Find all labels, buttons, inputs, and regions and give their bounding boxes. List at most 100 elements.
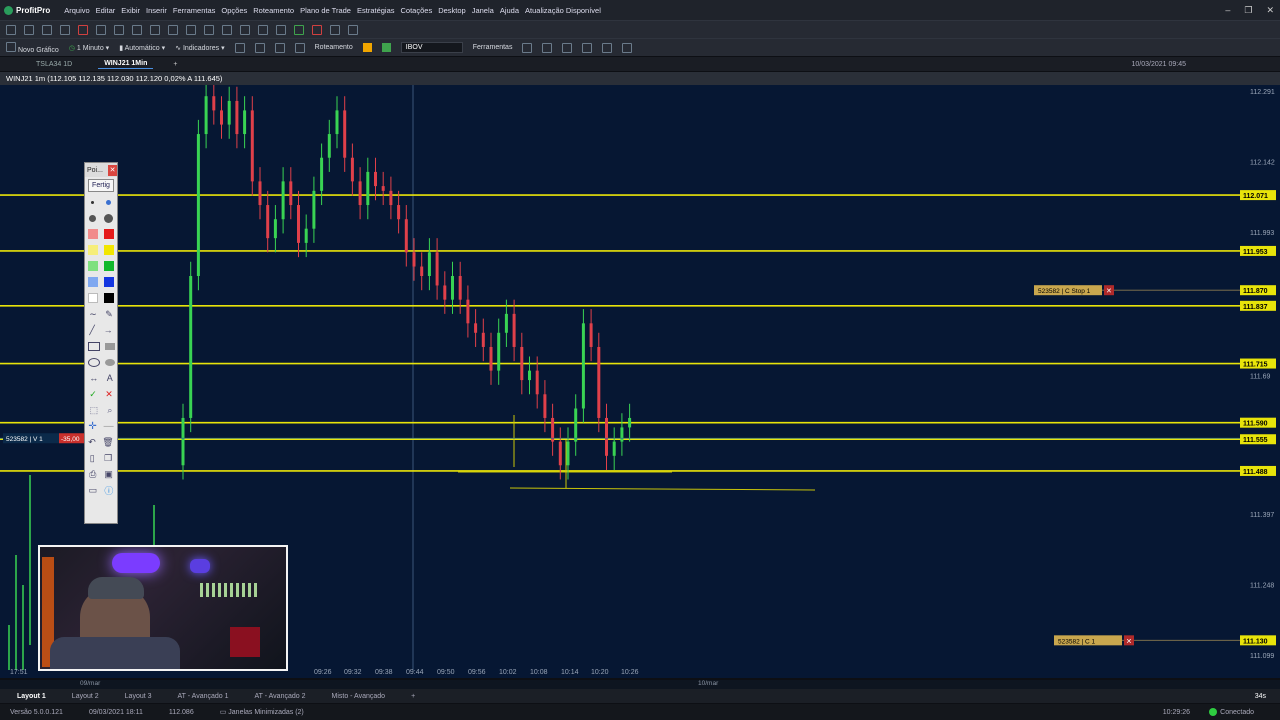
gear-icon[interactable] bbox=[622, 42, 633, 53]
menu-item-11[interactable]: Janela bbox=[472, 6, 494, 15]
yellow-swatch[interactable] bbox=[104, 245, 114, 255]
symbol-select[interactable]: IBOV bbox=[400, 42, 463, 53]
light-blue-swatch[interactable] bbox=[88, 277, 98, 287]
copy-icon[interactable]: ❐ bbox=[104, 453, 112, 464]
menu-item-2[interactable]: Exibir bbox=[121, 6, 140, 15]
layout-tab-2[interactable]: Layout 3 bbox=[112, 693, 165, 700]
menu-item-6[interactable]: Roteamento bbox=[253, 6, 294, 15]
screen-icon[interactable]: ▭ bbox=[89, 485, 98, 496]
pencil-icon[interactable] bbox=[42, 24, 52, 35]
indicators-button[interactable]: ∿ Indicadores ▾ bbox=[175, 44, 225, 52]
new-page-icon[interactable]: ▯ bbox=[90, 453, 95, 464]
zoom-in-icon[interactable] bbox=[234, 42, 245, 53]
ellipse-tool-icon[interactable] bbox=[87, 357, 100, 367]
menu-item-3[interactable]: Inserir bbox=[146, 6, 167, 15]
cursor-icon[interactable] bbox=[6, 24, 16, 35]
cart-icon[interactable] bbox=[602, 42, 613, 53]
watchlist-icon[interactable] bbox=[562, 42, 573, 53]
info-icon[interactable]: ⓘ bbox=[104, 484, 113, 497]
book-icon[interactable] bbox=[522, 42, 533, 53]
line-tool-icon[interactable]: ╱ bbox=[89, 325, 94, 336]
menu-item-13[interactable]: Atualização Disponível bbox=[525, 6, 601, 15]
medium-brush-icon[interactable] bbox=[89, 214, 96, 222]
pen-icon[interactable]: ✎ bbox=[105, 309, 113, 320]
done-button[interactable]: Fertig bbox=[88, 179, 114, 192]
ellipse-icon[interactable] bbox=[168, 24, 178, 35]
light-red-swatch[interactable] bbox=[88, 229, 98, 239]
bars-icon[interactable] bbox=[330, 24, 340, 35]
rect-tool-icon[interactable] bbox=[87, 341, 100, 351]
restore-icon[interactable]: ❐ bbox=[1244, 5, 1252, 16]
layout-tab-0[interactable]: Layout 1 bbox=[4, 693, 59, 700]
alarm-icon[interactable] bbox=[582, 42, 593, 53]
menu-item-8[interactable]: Estratégias bbox=[357, 6, 395, 15]
template-icon[interactable] bbox=[294, 42, 305, 53]
bars2-icon[interactable] bbox=[348, 24, 358, 35]
channel-icon[interactable] bbox=[222, 24, 232, 35]
menu-item-12[interactable]: Ajuda bbox=[500, 6, 519, 15]
filled-rect-icon[interactable] bbox=[104, 342, 115, 350]
light-yellow-swatch[interactable] bbox=[88, 245, 98, 255]
print-icon[interactable]: ⎙ bbox=[89, 469, 96, 480]
arrow-down-icon[interactable] bbox=[312, 24, 322, 35]
menu-item-9[interactable]: Cotações bbox=[401, 6, 433, 15]
select-tool-icon[interactable]: ⬚ bbox=[90, 405, 99, 416]
interval-select[interactable]: ◷ 1 Minuto ▾ bbox=[69, 44, 109, 52]
arrow-tool-icon[interactable]: → bbox=[104, 325, 113, 335]
blue-swatch[interactable] bbox=[104, 277, 114, 287]
menu-item-10[interactable]: Desktop bbox=[438, 6, 466, 15]
small-brush-icon[interactable] bbox=[106, 199, 111, 205]
menu-item-1[interactable]: Editar bbox=[96, 6, 116, 15]
layout-tab-4[interactable]: AT - Avançado 2 bbox=[242, 693, 319, 700]
menu-item-4[interactable]: Ferramentas bbox=[173, 6, 216, 15]
delete-icon[interactable]: ✕ bbox=[105, 389, 113, 400]
undo-icon[interactable]: ↶ bbox=[88, 437, 96, 448]
minimized-windows[interactable]: ▭ Janelas Minimizadas (2) bbox=[220, 708, 304, 716]
zoom-fit-icon[interactable] bbox=[274, 42, 285, 53]
chart-tab-1[interactable]: WINJ21 1Min bbox=[98, 59, 154, 69]
check-icon[interactable]: ✓ bbox=[89, 389, 97, 400]
tools-label[interactable]: Ferramentas bbox=[473, 44, 513, 51]
hline-icon[interactable] bbox=[132, 24, 142, 35]
zoom-tool-icon[interactable]: ⌕ bbox=[107, 405, 112, 416]
ray-icon[interactable] bbox=[114, 24, 124, 35]
layout-tab-1[interactable]: Layout 2 bbox=[59, 693, 112, 700]
menu-item-5[interactable]: Opções bbox=[221, 6, 247, 15]
zoom-out-icon[interactable] bbox=[254, 42, 265, 53]
chart-tab-0[interactable]: TSLA34 1D bbox=[30, 60, 78, 69]
ruler-icon[interactable] bbox=[258, 24, 268, 35]
routing-label[interactable]: Roteamento bbox=[315, 44, 353, 51]
minimize-icon[interactable]: – bbox=[1225, 5, 1230, 15]
layout-tab-3[interactable]: AT - Avançado 1 bbox=[165, 693, 242, 700]
text-tool-icon-palette[interactable]: A bbox=[107, 373, 113, 383]
magnet-icon[interactable] bbox=[78, 24, 88, 35]
close-icon[interactable]: ✕ bbox=[1266, 5, 1274, 16]
mode-select[interactable]: ▮ Automático ▾ bbox=[119, 44, 165, 52]
line-icon[interactable] bbox=[96, 24, 106, 35]
double-arrow-icon[interactable]: ↔ bbox=[89, 373, 98, 383]
palette-close-icon[interactable]: ✕ bbox=[108, 164, 117, 176]
light-green-swatch[interactable] bbox=[88, 261, 98, 271]
move-tool-icon[interactable]: ✛ bbox=[88, 421, 96, 432]
rectangle-icon[interactable] bbox=[150, 24, 160, 35]
times-icon[interactable] bbox=[542, 42, 553, 53]
white-swatch[interactable] bbox=[88, 293, 98, 303]
freehand-icon[interactable]: ∼ bbox=[89, 309, 97, 320]
layout-tab-5[interactable]: Misto - Avançado bbox=[318, 693, 398, 700]
menu-item-0[interactable]: Arquivo bbox=[64, 6, 89, 15]
routing-c-icon[interactable] bbox=[362, 43, 372, 52]
grid-icon[interactable] bbox=[276, 24, 286, 35]
add-layout-icon[interactable]: + bbox=[398, 693, 428, 700]
minus-tool-icon[interactable]: — bbox=[104, 421, 114, 432]
fibonacci-icon[interactable] bbox=[204, 24, 214, 35]
filled-ellipse-icon[interactable] bbox=[104, 358, 115, 366]
trash-icon[interactable]: 🗑 bbox=[102, 437, 113, 448]
thin-brush-icon[interactable] bbox=[91, 200, 94, 204]
save-icon[interactable]: ▣ bbox=[104, 469, 113, 480]
triangle-icon[interactable] bbox=[186, 24, 196, 35]
menu-item-7[interactable]: Plano de Trade bbox=[300, 6, 351, 15]
add-tab-icon[interactable]: + bbox=[173, 61, 177, 68]
black-swatch[interactable] bbox=[104, 293, 114, 303]
red-swatch[interactable] bbox=[104, 229, 114, 239]
text-tool-icon[interactable] bbox=[240, 24, 250, 35]
